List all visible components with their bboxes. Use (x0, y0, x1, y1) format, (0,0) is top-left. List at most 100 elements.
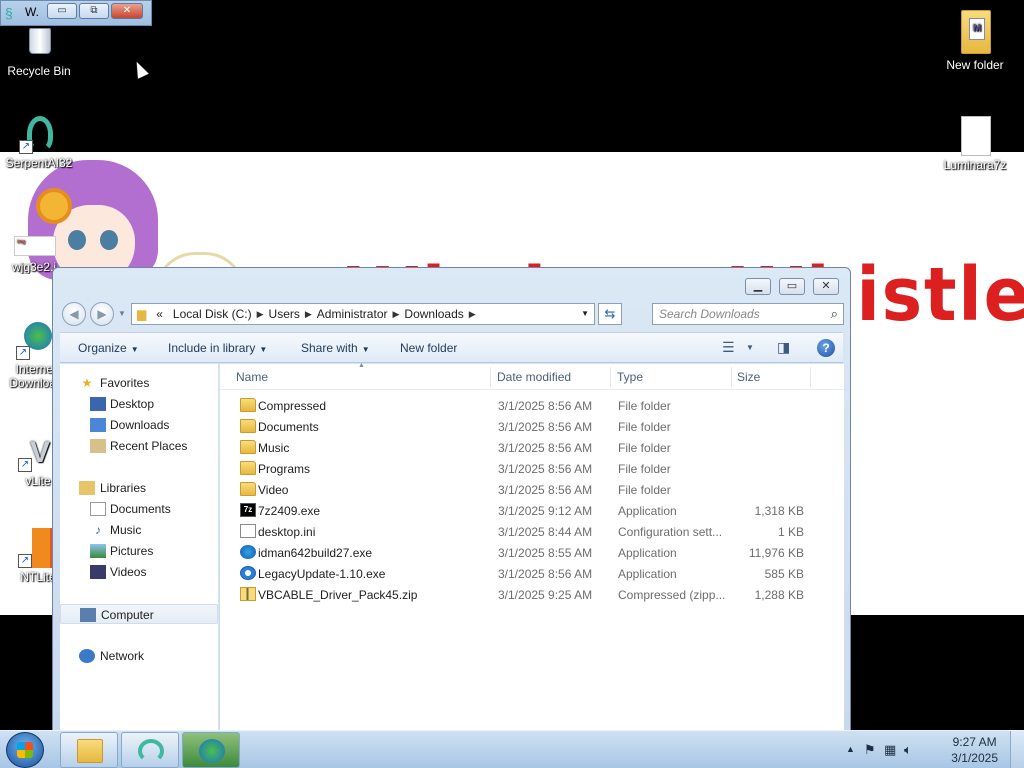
address-bar[interactable]: ▆ « Local Disk (C:) ▶ Users ▶ Administra… (131, 303, 595, 325)
show-hidden-icons-icon[interactable]: ▲ (846, 744, 855, 754)
sort-ascending-icon: ▲ (358, 362, 365, 369)
new-folder-button[interactable]: New folder (400, 341, 457, 355)
libraries-icon (79, 481, 95, 495)
organize-button[interactable]: Organize ▼ (78, 341, 139, 355)
forward-button[interactable]: ▶ (90, 302, 114, 326)
nav-recent-places[interactable]: Recent Places (60, 436, 218, 456)
taskbar-serpent-button[interactable] (121, 732, 179, 768)
help-icon[interactable]: ? (817, 339, 835, 357)
nav-label: Documents (110, 502, 171, 516)
nav-videos[interactable]: Videos (60, 562, 218, 582)
breadcrumb-users[interactable]: Users (264, 307, 305, 321)
breadcrumb-separator-icon[interactable]: ▶ (469, 309, 476, 320)
file-date: 3/1/2025 9:25 AM (498, 588, 593, 602)
nav-label: Network (100, 649, 145, 663)
nav-music[interactable]: ♪ Music (60, 520, 218, 540)
include-in-library-button[interactable]: Include in library ▼ (168, 341, 267, 355)
file-size: 1,318 KB (754, 504, 804, 518)
shortcut-arrow-icon: ↗ (18, 458, 32, 472)
file-list: ▲ Name Date modified Type Size Compresse… (220, 362, 844, 730)
image-file-icon: img (12, 234, 56, 258)
downloads-folder-icon (90, 418, 106, 432)
search-placeholder: Search Downloads (659, 307, 760, 321)
nav-label: Favorites (100, 376, 150, 390)
nav-network[interactable]: Network (60, 646, 218, 666)
taskbar-idm-button[interactable] (182, 732, 240, 768)
recent-pages-dropdown-icon[interactable]: ▼ (118, 309, 126, 318)
music-icon: ♪ (95, 523, 101, 537)
network-icon[interactable]: ▦ (884, 742, 896, 758)
breadcrumb-separator-icon[interactable]: ▶ (392, 309, 399, 320)
nav-downloads[interactable]: Downloads (60, 415, 218, 435)
column-size[interactable]: Size (737, 370, 760, 384)
volume-muted-icon[interactable]: 🔈︎ (904, 742, 912, 758)
column-type[interactable]: Type (617, 370, 643, 384)
file-name: Music (258, 441, 290, 455)
explorer-window[interactable]: ▁ ▭ ✕ ◀ ▶ ▼ ▆ « Local Disk (C:) ▶ Users … (52, 267, 851, 730)
breadcrumb-local-disk[interactable]: Local Disk (C:) (168, 307, 257, 321)
file-icon (955, 116, 995, 156)
breadcrumb-separator-icon[interactable]: ▶ (305, 309, 312, 320)
minimize-button[interactable]: ▭ (47, 3, 77, 19)
preview-pane-icon[interactable]: ◨ (777, 339, 790, 356)
file-row[interactable]: VBCABLE_Driver_Pack45.zip 3/1/2025 9:25 … (220, 584, 844, 605)
address-overflow[interactable]: « (151, 307, 168, 321)
file-row[interactable]: desktop.ini 3/1/2025 8:44 AM Configurati… (220, 521, 844, 542)
share-with-button[interactable]: Share with ▼ (301, 341, 370, 355)
nav-favorites[interactable]: ★ Favorites (60, 373, 218, 393)
desktop-icon-serpent[interactable]: ↗ SerpentAI32 (1, 114, 77, 170)
minimized-window-titlebar[interactable]: § W. ▭ ⧉ ✕ (0, 0, 152, 26)
search-input[interactable]: Search Downloads ⌕ (652, 303, 844, 325)
file-size: 11,976 KB (748, 546, 804, 560)
folder-icon (240, 440, 256, 454)
file-row[interactable]: Video 3/1/2025 8:56 AM File folder (220, 479, 844, 500)
maximize-button[interactable]: ▭ (779, 278, 805, 295)
desktop-icon-luminara[interactable]: Luminara7z (937, 116, 1013, 172)
serpent-icon: ↗ (19, 114, 59, 154)
breadcrumb-administrator[interactable]: Administrator (312, 307, 393, 321)
nav-documents[interactable]: Documents (60, 499, 218, 519)
breadcrumb-separator-icon[interactable]: ▶ (257, 309, 264, 320)
shortcut-arrow-icon: ↗ (19, 140, 33, 154)
recent-places-icon (90, 439, 106, 453)
breadcrumb-downloads[interactable]: Downloads (399, 307, 468, 321)
nav-pictures[interactable]: Pictures (60, 541, 218, 561)
action-center-flag-icon[interactable]: ⚑ (864, 742, 876, 758)
file-row[interactable]: 7z 7z2409.exe 3/1/2025 9:12 AM Applicati… (220, 500, 844, 521)
file-row[interactable]: Documents 3/1/2025 8:56 AM File folder (220, 416, 844, 437)
nav-computer[interactable]: Computer (60, 604, 218, 624)
clock[interactable]: 9:27 AM 3/1/2025 (951, 734, 998, 766)
folder-icon (240, 419, 256, 433)
file-row[interactable]: Programs 3/1/2025 8:56 AM File folder (220, 458, 844, 479)
file-date: 3/1/2025 8:56 AM (498, 399, 593, 413)
restore-button[interactable]: ⧉ (79, 3, 109, 19)
view-options-icon[interactable]: ☰ (722, 339, 735, 356)
desktop-icon-new-folder[interactable]: M New folder (937, 8, 1013, 72)
taskbar-explorer-button[interactable] (60, 732, 118, 768)
file-type: Application (618, 546, 677, 560)
serpent-icon (138, 739, 164, 763)
network-icon (79, 649, 95, 663)
minimize-button[interactable]: ▁ (745, 278, 771, 295)
file-name: Compressed (258, 399, 327, 413)
column-date-modified[interactable]: Date modified (497, 370, 571, 384)
column-name[interactable]: Name (236, 370, 268, 384)
file-row[interactable]: Compressed 3/1/2025 8:56 AM File folder (220, 395, 844, 416)
back-button[interactable]: ◀ (62, 302, 86, 326)
refresh-button[interactable]: ⇆ (598, 303, 622, 325)
show-desktop-button[interactable] (1010, 731, 1024, 768)
close-button[interactable]: ✕ (111, 3, 143, 19)
file-row[interactable]: LegacyUpdate-1.10.exe 3/1/2025 8:56 AM A… (220, 563, 844, 584)
folder-icon (240, 461, 256, 475)
file-row[interactable]: Music 3/1/2025 8:56 AM File folder (220, 437, 844, 458)
nav-desktop[interactable]: Desktop (60, 394, 218, 414)
file-row[interactable]: idman642build27.exe 3/1/2025 8:55 AM App… (220, 542, 844, 563)
nav-libraries[interactable]: Libraries (60, 478, 218, 498)
close-button[interactable]: ✕ (813, 278, 839, 295)
file-date: 3/1/2025 9:12 AM (498, 504, 593, 518)
chevron-down-icon[interactable]: ▼ (746, 343, 754, 352)
start-button[interactable] (6, 732, 44, 768)
desktop-icon-recycle-bin[interactable]: Recycle Bin (1, 22, 77, 78)
address-row: ◀ ▶ ▼ ▆ « Local Disk (C:) ▶ Users ▶ Admi… (61, 301, 844, 327)
address-dropdown-icon[interactable]: ▼ (581, 309, 589, 318)
